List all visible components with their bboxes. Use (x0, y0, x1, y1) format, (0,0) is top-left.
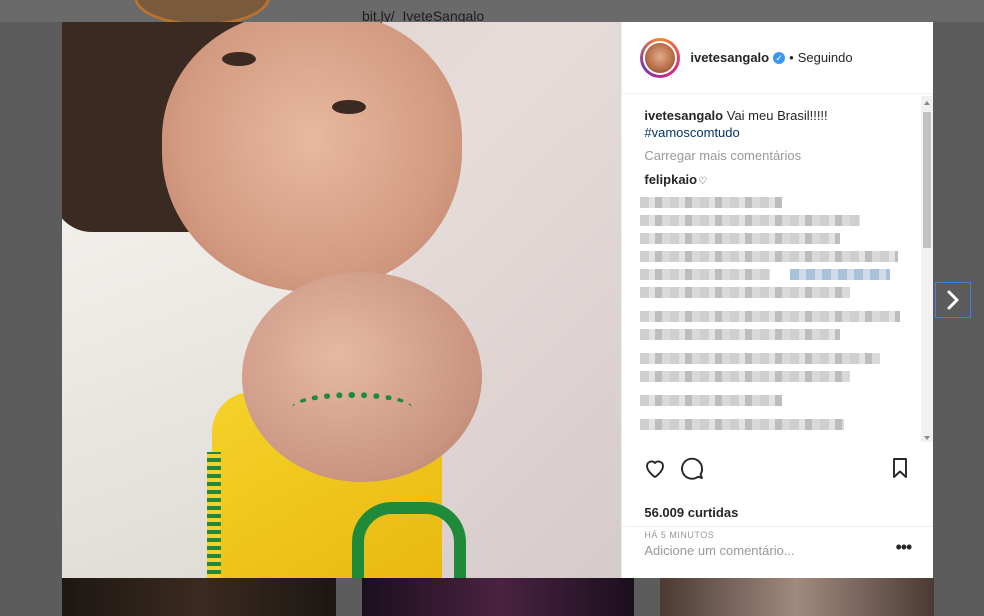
post-modal: ivetesangalo ✓ • Seguindo ivetesangalo V… (62, 22, 934, 578)
background-post-thumbnail[interactable] (62, 578, 336, 616)
comment-username[interactable]: felipkaio♡ (644, 172, 707, 187)
comments-list[interactable]: ivetesangalo Vai meu Brasil!!!!! #vamosc… (622, 94, 934, 442)
blurred-comment-text (640, 287, 851, 298)
hashtag-link[interactable]: #vamoscomtudo (644, 125, 739, 140)
bookmark-icon[interactable] (888, 456, 912, 480)
more-options-icon[interactable]: ••• (895, 537, 912, 558)
blurred-comment-text (640, 251, 899, 262)
blurred-comment-text (640, 233, 841, 244)
header-separator: • (789, 50, 794, 65)
blurred-comment-text (640, 419, 845, 430)
blurred-comment-text (640, 353, 881, 364)
add-comment-bar: Adicione um comentário... ••• (622, 526, 934, 578)
blurred-comment-text (640, 395, 783, 406)
heart-icon: ♡ (698, 176, 708, 187)
verified-badge-icon: ✓ (773, 51, 786, 64)
blurred-comment-text (640, 269, 771, 280)
likes-count[interactable]: 56.009 curtidas (644, 505, 738, 520)
comments-scrollbar[interactable] (921, 96, 934, 442)
next-post-button[interactable] (935, 282, 971, 318)
author-username[interactable]: ivetesangalo (690, 50, 769, 65)
post-sidebar: ivetesangalo ✓ • Seguindo ivetesangalo V… (621, 22, 934, 578)
blurred-comment-text (640, 311, 901, 322)
scroll-down-icon[interactable] (924, 436, 931, 440)
background-post-thumbnail[interactable] (660, 578, 934, 616)
follow-status-button[interactable]: Seguindo (798, 50, 853, 65)
caption-username[interactable]: ivetesangalo (644, 108, 723, 123)
scrollbar-thumb[interactable] (923, 112, 932, 248)
comment-input[interactable]: Adicione um comentário... (644, 543, 794, 558)
load-more-comments-button[interactable]: Carregar mais comentários (644, 148, 801, 163)
post-photo[interactable] (62, 22, 622, 578)
blurred-comment-text (640, 371, 851, 382)
scroll-up-icon[interactable] (924, 101, 931, 105)
post-caption: ivetesangalo Vai meu Brasil!!!!! #vamosc… (644, 107, 904, 141)
chevron-right-icon (947, 290, 959, 310)
caption-text: Vai meu Brasil!!!!! (726, 108, 828, 123)
author-avatar[interactable] (640, 37, 681, 78)
heart-icon[interactable] (643, 456, 667, 480)
blurred-comment-text (640, 329, 841, 340)
background-post-thumbnail[interactable] (362, 578, 634, 616)
blurred-comment-text (640, 197, 783, 208)
comment-bubble-icon[interactable] (680, 456, 704, 480)
blurred-comment-link (790, 269, 891, 280)
post-header: ivetesangalo ✓ • Seguindo (622, 22, 933, 94)
blurred-comment-text (640, 215, 861, 226)
